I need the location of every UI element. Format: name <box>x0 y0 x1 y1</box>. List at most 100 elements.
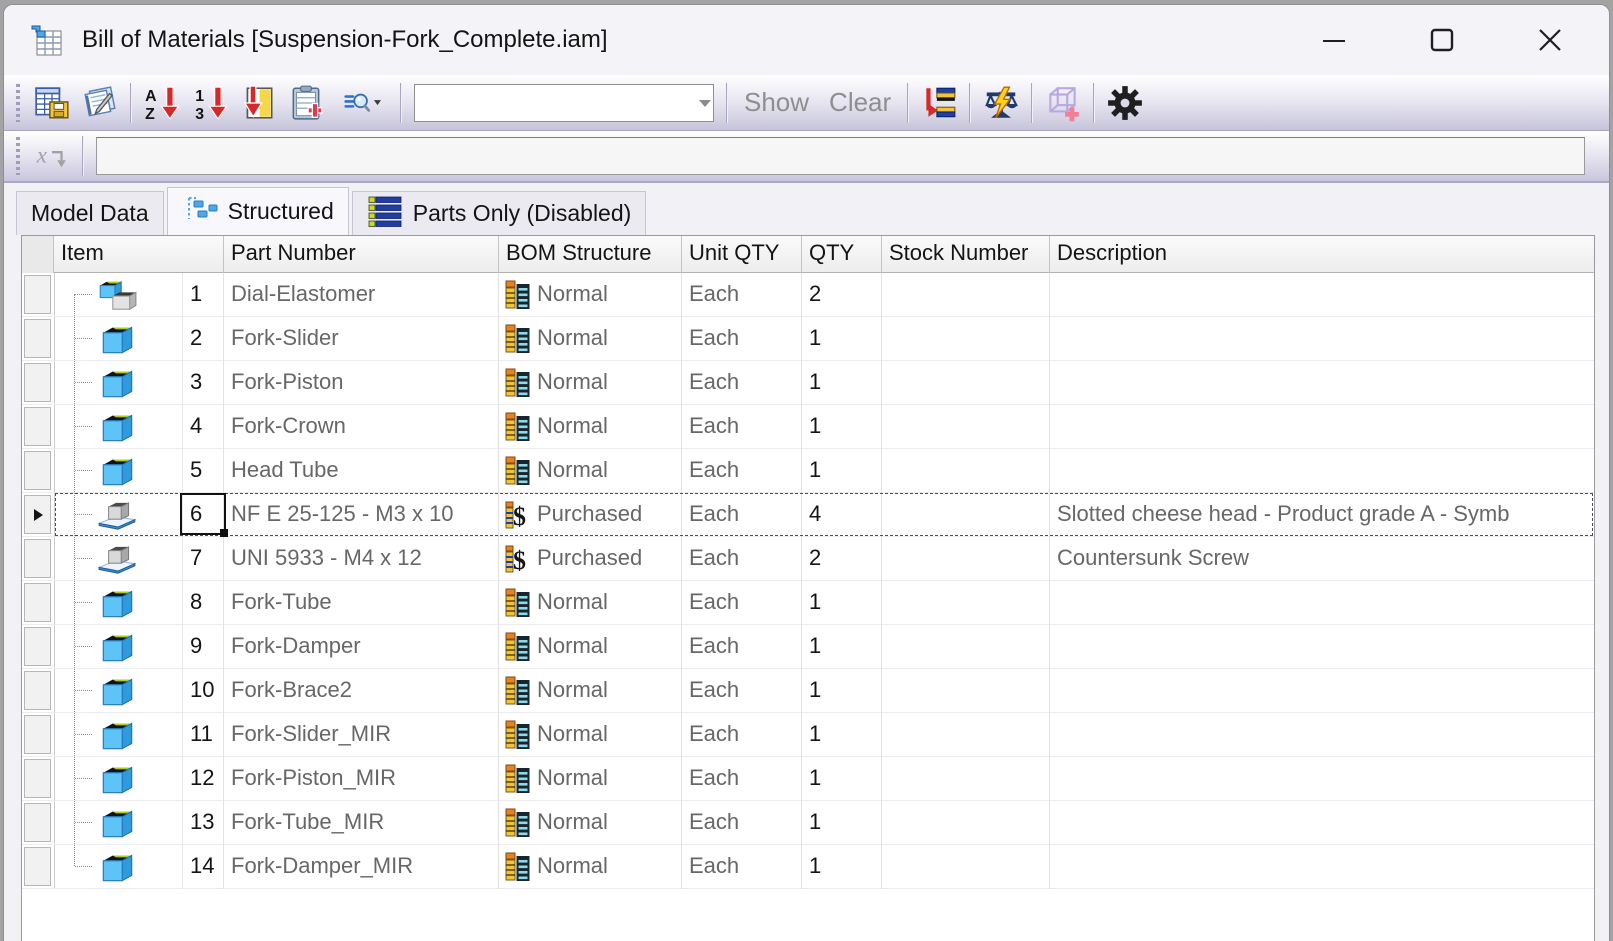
table-row[interactable]: 1Dial-ElastomerNormalEach2 <box>22 273 1594 317</box>
cell-bom-structure[interactable]: Normal <box>499 801 682 845</box>
cell-qty[interactable]: 2 <box>802 537 882 581</box>
sort-numeric-descending-button[interactable]: 13 <box>186 80 234 126</box>
cell-stock-number[interactable] <box>882 757 1050 801</box>
view-filter-dropdown-button[interactable] <box>330 80 394 126</box>
cell-item[interactable]: 12 <box>182 757 224 801</box>
row-selector[interactable] <box>24 759 51 798</box>
column-header[interactable]: Item <box>54 236 224 273</box>
table-row[interactable]: 11Fork-Slider_MIRNormalEach1 <box>22 713 1594 757</box>
part-number-row-merge-button[interactable] <box>915 80 963 126</box>
column-header[interactable]: Part Number <box>224 236 499 273</box>
cell-stock-number[interactable] <box>882 801 1050 845</box>
cell-item[interactable]: 4 <box>182 405 224 449</box>
cell-unit-qty[interactable]: Each <box>682 317 802 361</box>
clear-filter-button[interactable]: Clear <box>819 87 901 118</box>
table-row[interactable]: 10Fork-Brace2NormalEach1 <box>22 669 1594 713</box>
cell-description[interactable]: Countersunk Screw <box>1050 537 1595 581</box>
cell-qty[interactable]: 2 <box>802 273 882 317</box>
column-header[interactable]: Description <box>1050 236 1595 273</box>
cell-unit-qty[interactable]: Each <box>682 449 802 493</box>
cell-stock-number[interactable] <box>882 273 1050 317</box>
cell-part-number[interactable]: Fork-Slider <box>224 317 499 361</box>
cell-item[interactable]: 13 <box>182 801 224 845</box>
cell-item[interactable]: 10 <box>182 669 224 713</box>
cell-qty[interactable]: 1 <box>802 405 882 449</box>
renumber-items-button[interactable] <box>234 80 282 126</box>
column-header[interactable]: BOM Structure <box>499 236 682 273</box>
table-row[interactable]: 13Fork-Tube_MIRNormalEach1 <box>22 801 1594 845</box>
cell-description[interactable] <box>1050 713 1595 757</box>
filter-combobox-input[interactable] <box>415 85 696 121</box>
column-header[interactable]: Stock Number <box>882 236 1050 273</box>
cell-stock-number[interactable] <box>882 713 1050 757</box>
update-mass-properties-button[interactable] <box>977 80 1025 126</box>
cell-part-number[interactable]: Head Tube <box>224 449 499 493</box>
cell-description[interactable] <box>1050 801 1595 845</box>
cell-part-number[interactable]: Fork-Brace2 <box>224 669 499 713</box>
cell-part-number[interactable]: Fork-Damper <box>224 625 499 669</box>
cell-qty[interactable]: 1 <box>802 581 882 625</box>
cell-bom-structure[interactable]: Normal <box>499 317 682 361</box>
cell-stock-number[interactable] <box>882 405 1050 449</box>
cell-qty[interactable]: 1 <box>802 449 882 493</box>
cell-part-number[interactable]: Fork-Crown <box>224 405 499 449</box>
row-selector[interactable] <box>24 671 51 710</box>
cell-description[interactable] <box>1050 581 1595 625</box>
cell-description[interactable] <box>1050 449 1595 493</box>
table-row[interactable]: 12Fork-Piston_MIRNormalEach1 <box>22 757 1594 801</box>
cell-unit-qty[interactable]: Each <box>682 361 802 405</box>
cell-qty[interactable]: 1 <box>802 669 882 713</box>
close-button[interactable] <box>1525 18 1575 62</box>
cell-item[interactable]: 6 <box>182 493 224 537</box>
table-row[interactable]: 6NF E 25-125 - M3 x 10$PurchasedEach4Slo… <box>22 493 1594 537</box>
table-row[interactable]: 4Fork-CrownNormalEach1 <box>22 405 1594 449</box>
row-selector[interactable] <box>24 847 51 886</box>
maximize-button[interactable] <box>1417 18 1467 62</box>
cell-stock-number[interactable] <box>882 669 1050 713</box>
chevron-down-icon[interactable] <box>696 85 713 121</box>
cell-bom-structure[interactable]: Normal <box>499 361 682 405</box>
tab-model-data[interactable]: Model Data <box>16 191 164 235</box>
cell-unit-qty[interactable]: Each <box>682 801 802 845</box>
cell-description[interactable] <box>1050 361 1595 405</box>
table-row[interactable]: 9Fork-DamperNormalEach1 <box>22 625 1594 669</box>
row-selector[interactable] <box>24 363 51 402</box>
cell-bom-structure[interactable]: Normal <box>499 713 682 757</box>
cell-description[interactable] <box>1050 405 1595 449</box>
cell-unit-qty[interactable]: Each <box>682 493 802 537</box>
cell-description[interactable]: Slotted cheese head - Product grade A - … <box>1050 493 1595 537</box>
table-row[interactable]: 7UNI 5933 - M4 x 12$PurchasedEach2Counte… <box>22 537 1594 581</box>
cell-stock-number[interactable] <box>882 361 1050 405</box>
cell-description[interactable] <box>1050 669 1595 713</box>
row-selector[interactable] <box>24 451 51 490</box>
cell-item[interactable]: 7 <box>182 537 224 581</box>
cell-stock-number[interactable] <box>882 625 1050 669</box>
cell-stock-number[interactable] <box>882 449 1050 493</box>
cell-unit-qty[interactable]: Each <box>682 405 802 449</box>
cell-qty[interactable]: 1 <box>802 361 882 405</box>
settings-button[interactable] <box>1101 80 1149 126</box>
row-selector[interactable] <box>24 495 51 534</box>
tab-parts-only[interactable]: Parts Only (Disabled) <box>352 191 647 235</box>
cell-stock-number[interactable] <box>882 845 1050 889</box>
create-virtual-component-button[interactable] <box>1039 80 1087 126</box>
export-bom-button[interactable] <box>28 80 76 126</box>
cell-qty[interactable]: 1 <box>802 757 882 801</box>
row-selector[interactable] <box>24 319 51 358</box>
cell-unit-qty[interactable]: Each <box>682 625 802 669</box>
column-header[interactable]: QTY <box>802 236 882 273</box>
engineers-notebook-button[interactable] <box>76 80 124 126</box>
header-row-selector[interactable] <box>22 236 54 273</box>
cell-unit-qty[interactable]: Each <box>682 713 802 757</box>
filter-combobox[interactable] <box>414 84 714 122</box>
row-selector[interactable] <box>24 715 51 754</box>
cell-part-number[interactable]: Fork-Piston <box>224 361 499 405</box>
cell-unit-qty[interactable]: Each <box>682 757 802 801</box>
cell-part-number[interactable]: Fork-Piston_MIR <box>224 757 499 801</box>
row-selector[interactable] <box>24 627 51 666</box>
cell-unit-qty[interactable]: Each <box>682 669 802 713</box>
cell-description[interactable] <box>1050 317 1595 361</box>
cell-item[interactable]: 2 <box>182 317 224 361</box>
cell-qty[interactable]: 1 <box>802 317 882 361</box>
cell-stock-number[interactable] <box>882 317 1050 361</box>
